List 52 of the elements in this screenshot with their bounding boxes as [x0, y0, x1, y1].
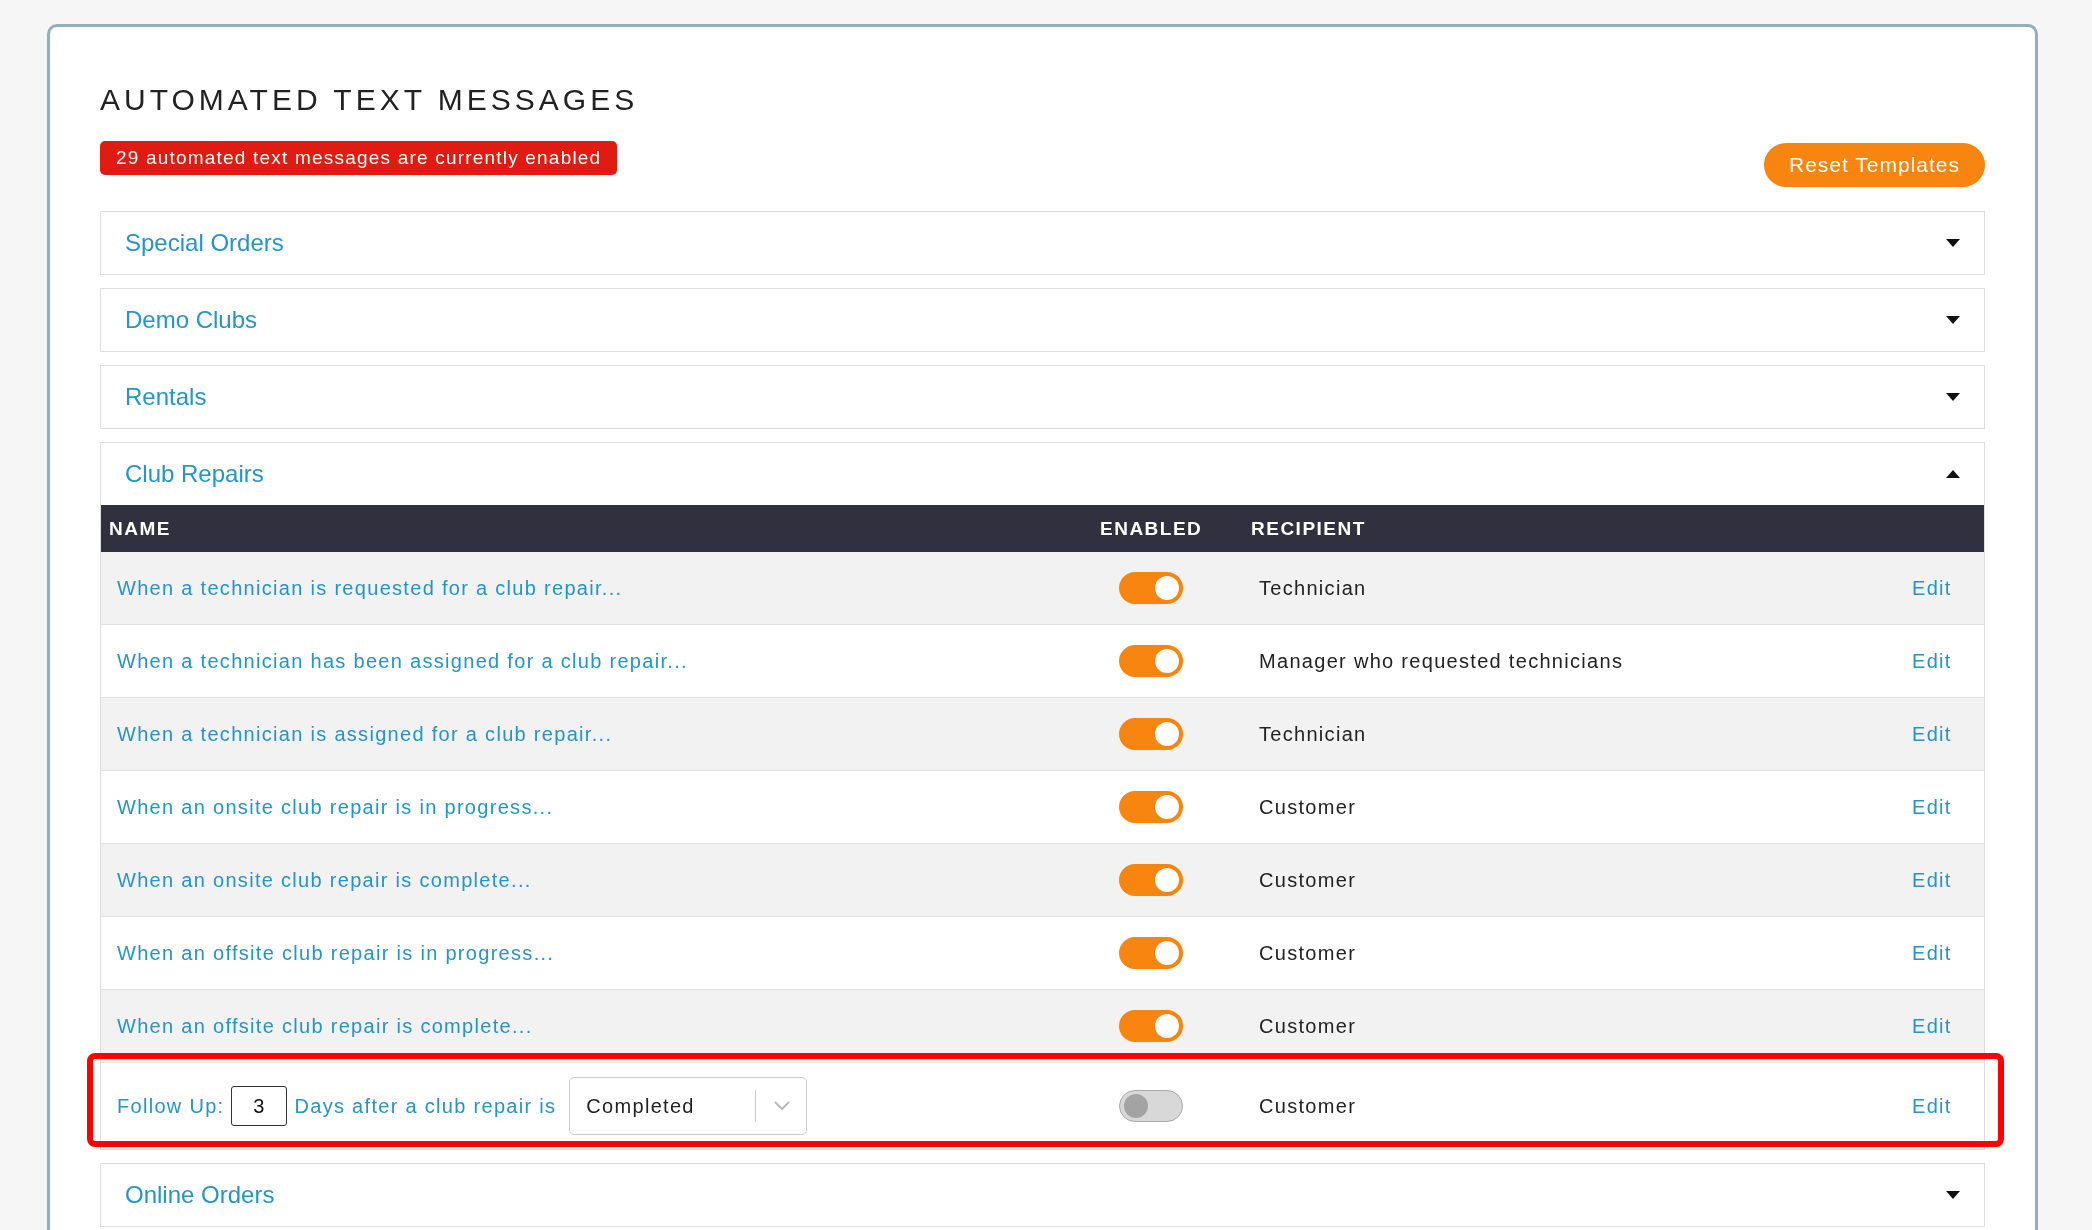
chevron-down-icon — [774, 1101, 791, 1111]
edit-link[interactable]: Edit — [1874, 1014, 1952, 1038]
toggle-switch[interactable] — [1119, 645, 1183, 677]
edit-link[interactable]: Edit — [1874, 649, 1952, 673]
section-title[interactable]: Rentals — [125, 383, 207, 411]
column-header: RECIPIENT — [1250, 517, 1366, 540]
message-name-link[interactable]: When an offsite club repair is in progress... — [101, 941, 555, 965]
section-title[interactable]: Club Repairs — [125, 460, 264, 488]
column-header: NAME — [108, 517, 171, 540]
reset-templates-button[interactable]: Reset Templates — [1763, 143, 1985, 187]
caret-icon[interactable] — [1946, 316, 1960, 324]
section-title[interactable]: Demo Clubs — [125, 306, 258, 334]
recipient-text: Technician — [1258, 722, 1367, 746]
edit-link[interactable]: Edit — [1874, 941, 1952, 965]
toggle-switch[interactable] — [1119, 937, 1183, 969]
toggle-switch[interactable] — [1119, 572, 1183, 604]
message-name-link[interactable]: When an onsite club repair is complete... — [101, 868, 532, 892]
toggle-switch[interactable] — [1119, 718, 1183, 750]
follow-up-label: Follow Up: — [117, 1094, 225, 1118]
enabled-count-badge: 29 automated text messages are currently enabled — [100, 141, 618, 175]
section-title[interactable]: Online Orders — [125, 1181, 275, 1209]
recipient-text: Customer — [1258, 1094, 1357, 1118]
recipient-text: Customer — [1258, 868, 1357, 892]
recipient-text: Customer — [1258, 941, 1357, 965]
edit-link[interactable]: Edit — [1874, 795, 1952, 819]
recipient-text: Customer — [1258, 1014, 1357, 1038]
toggle-switch[interactable] — [1119, 1090, 1183, 1122]
edit-link[interactable]: Edit — [1874, 576, 1952, 600]
caret-icon[interactable] — [1946, 470, 1960, 478]
message-name-link[interactable]: When a technician is assigned for a club repair... — [101, 722, 613, 746]
message-name-link[interactable]: When an onsite club repair is in progress... — [101, 795, 554, 819]
follow-up-text: Days after a club repair is — [294, 1094, 557, 1118]
caret-icon[interactable] — [1946, 1191, 1960, 1199]
caret-icon[interactable] — [1946, 393, 1960, 401]
page-title: AUTOMATED TEXT MESSAGES — [100, 83, 640, 117]
toggle-switch[interactable] — [1119, 1010, 1183, 1042]
edit-link[interactable]: Edit — [1874, 722, 1952, 746]
toggle-switch[interactable] — [1119, 791, 1183, 823]
recipient-text: Technician — [1258, 576, 1367, 600]
edit-link[interactable]: Edit — [1874, 868, 1952, 892]
edit-link[interactable]: Edit — [1874, 1094, 1952, 1118]
days-input[interactable]: 3 — [231, 1086, 288, 1126]
status-dropdown[interactable]: Completed — [569, 1077, 808, 1135]
message-name-link[interactable]: When a technician has been assigned for a club repair... — [101, 649, 688, 673]
recipient-text: Manager who requested technicians — [1258, 649, 1624, 673]
toggle-switch[interactable] — [1119, 864, 1183, 896]
message-name-link[interactable]: When a technician is requested for a club repair... — [101, 576, 623, 600]
recipient-text: Customer — [1258, 795, 1357, 819]
section-title[interactable]: Special Orders — [125, 229, 284, 257]
message-name-link[interactable]: When an offsite club repair is complete... — [101, 1014, 533, 1038]
caret-icon[interactable] — [1946, 239, 1960, 247]
column-header: ENABLED — [1099, 517, 1203, 540]
